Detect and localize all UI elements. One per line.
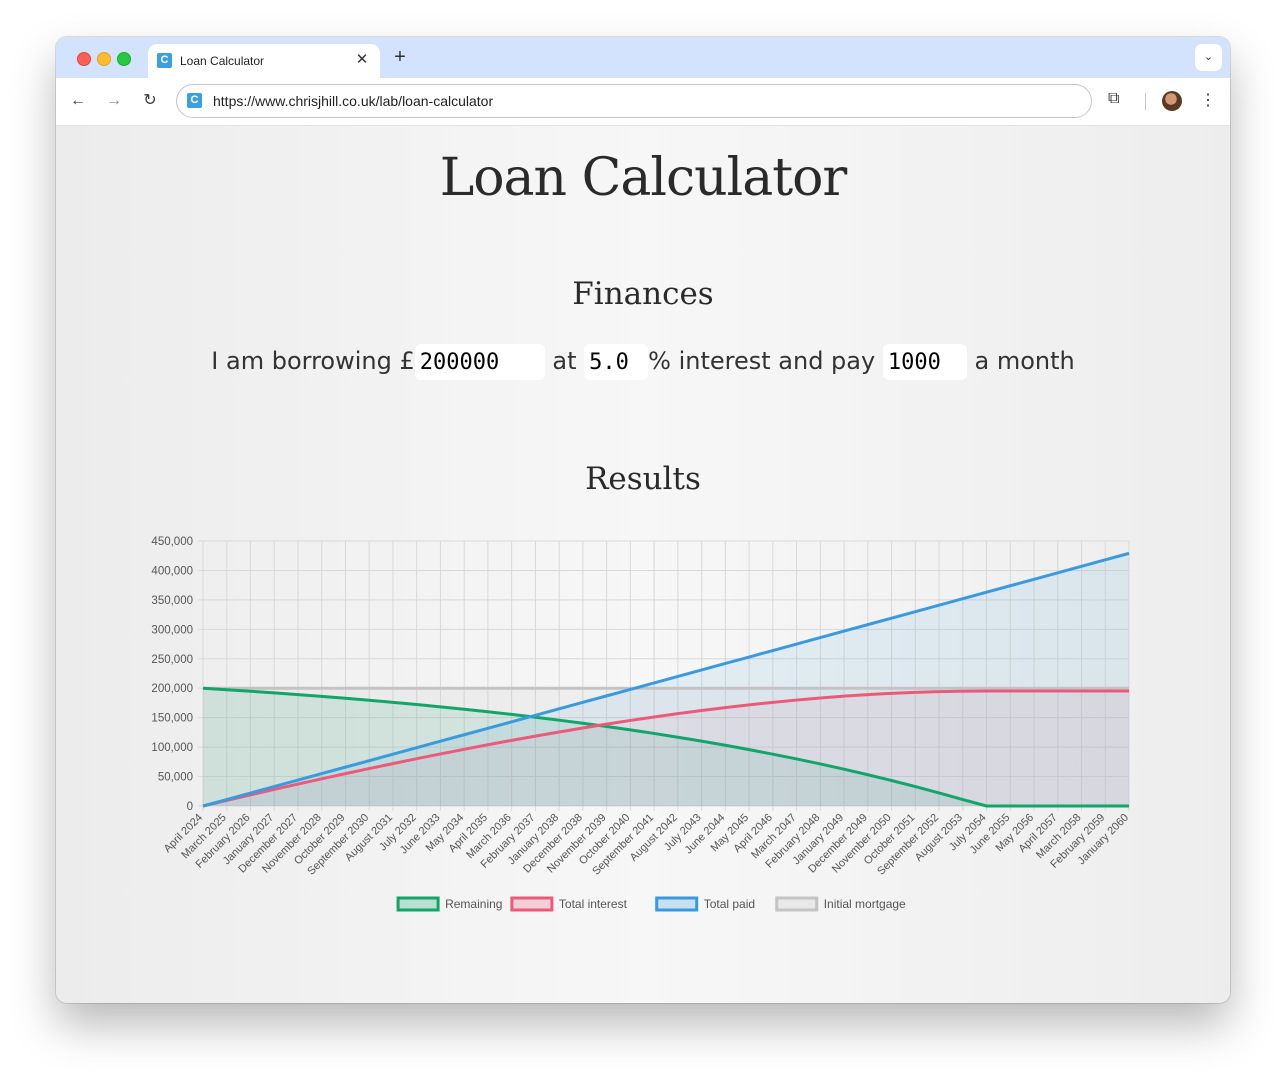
close-window-button[interactable]	[77, 52, 91, 66]
y-tick-label: 200,000	[151, 683, 193, 695]
y-tick-label: 50,000	[158, 772, 193, 784]
legend-swatch	[655, 896, 699, 912]
y-tick-label: 250,000	[151, 654, 193, 666]
y-tick-label: 400,000	[151, 565, 193, 577]
finances-heading: Finances	[572, 276, 714, 312]
interest-rate-input[interactable]	[584, 344, 649, 380]
tab-loan-calculator[interactable]: C Loan Calculator ✕	[148, 44, 380, 78]
tab-close-icon[interactable]: ✕	[353, 51, 371, 69]
loan-amount-input[interactable]	[414, 344, 545, 380]
legend-swatch	[775, 896, 819, 912]
kebab-menu-icon[interactable]: ⋮	[1200, 90, 1216, 110]
monthly-payment-input[interactable]	[882, 344, 967, 380]
new-tab-icon[interactable]: +	[389, 46, 411, 68]
y-tick-label: 450,000	[151, 536, 193, 548]
sentence-part4: a month	[974, 347, 1075, 375]
tab-list-icon[interactable]: ⌄	[1195, 44, 1222, 71]
maximize-window-button[interactable]	[117, 52, 131, 66]
legend-swatch	[396, 896, 440, 912]
results-chart: 0 50,000 100,000 150,000 200,000 250,000 300,0…	[142, 526, 1162, 946]
y-tick-label: 0	[187, 801, 193, 813]
url-text: https://www.chrisjhill.co.uk/lab/loan-ca…	[213, 93, 494, 109]
sentence-part3: % interest and pay	[648, 347, 876, 375]
minimize-window-button[interactable]	[97, 52, 111, 66]
tab-title: Loan Calculator	[180, 54, 265, 68]
browser-window: C Loan Calculator ✕ + ⌄ ← → ↻ C https://…	[56, 37, 1230, 1003]
finance-sentence: I am borrowing £ at % interest and pay a…	[56, 344, 1230, 380]
y-tick-label: 300,000	[151, 624, 193, 636]
forward-icon[interactable]: →	[103, 90, 125, 112]
y-tick-label: 350,000	[151, 595, 193, 607]
legend-label: Initial mortgage	[824, 897, 906, 911]
page-title: Loan Calculator	[439, 148, 848, 208]
legend-label: Total paid	[704, 897, 755, 911]
page-content: Loan Calculator Finances I am borrowing …	[56, 126, 1230, 1003]
legend-swatch	[510, 896, 554, 912]
site-favicon-icon: C	[157, 53, 172, 68]
profile-avatar[interactable]	[1162, 91, 1182, 111]
browser-toolbar: ← → ↻ C https://www.chrisjhill.co.uk/lab…	[56, 78, 1230, 126]
sentence-part1: I am borrowing £	[211, 347, 415, 375]
tab-bar: C Loan Calculator ✕ + ⌄	[56, 37, 1230, 78]
site-favicon-icon: C	[187, 93, 202, 108]
line-chart-svg: 0 50,000 100,000 150,000 200,000 250,000 300,0…	[151, 536, 1131, 912]
series-area	[203, 688, 1129, 806]
extensions-icon[interactable]: ⧉	[1108, 90, 1119, 108]
toolbar-divider	[1145, 93, 1146, 110]
address-bar[interactable]: C https://www.chrisjhill.co.uk/lab/loan-…	[176, 84, 1092, 118]
reload-icon[interactable]: ↻	[139, 90, 161, 112]
y-tick-label: 150,000	[151, 713, 193, 725]
legend-label: Remaining	[445, 897, 502, 911]
sentence-part2: at	[552, 347, 577, 375]
y-tick-label: 100,000	[151, 742, 193, 754]
legend-label: Total interest	[559, 897, 628, 911]
back-icon[interactable]: ←	[67, 90, 89, 112]
results-heading: Results	[585, 461, 701, 497]
